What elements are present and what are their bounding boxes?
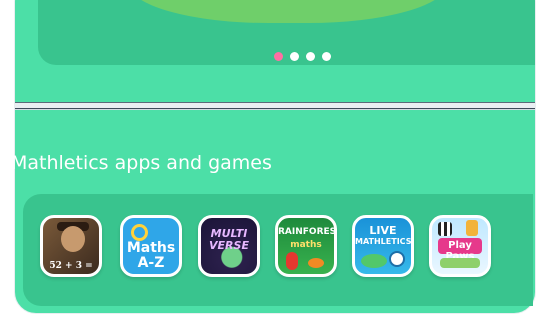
app-icon-text: MULTI VERSE xyxy=(209,227,249,252)
carousel-pagination xyxy=(274,52,331,61)
stopwatch-icon xyxy=(389,251,405,267)
magnifier-icon xyxy=(131,224,148,241)
giraffe-icon xyxy=(466,220,478,236)
island-icon xyxy=(361,254,387,268)
app-icon-text: 52 + 3 = xyxy=(49,261,93,271)
maths-a-z-app-tile[interactable]: Maths A-Z xyxy=(120,215,182,277)
app-icon-text: Maths xyxy=(126,240,176,256)
rainforest-maths-app-tile[interactable]: RAINFOREST maths xyxy=(275,215,337,277)
app-icon-text: LIVE xyxy=(369,224,397,237)
multiverse-app-tile[interactable]: MULTI VERSE xyxy=(198,215,260,277)
live-mathletics-app-tile[interactable]: LIVE MATHLETICS xyxy=(352,215,414,277)
play-paws-app-tile[interactable]: Play Paws xyxy=(429,215,491,277)
maths-history-app-tile[interactable]: 52 + 3 = xyxy=(40,215,102,277)
zebra-icon xyxy=(438,222,452,236)
app-icon-text: A-Z xyxy=(137,255,165,271)
carousel-dot-1[interactable] xyxy=(274,52,283,61)
grass-base xyxy=(440,258,480,268)
character-portrait-icon xyxy=(61,226,85,252)
carousel-dot-2[interactable] xyxy=(290,52,299,61)
app-icon-text: maths xyxy=(290,240,322,250)
section-divider xyxy=(15,102,535,110)
banner-illustration xyxy=(128,0,448,23)
app-icon-text: MATHLETICS xyxy=(355,237,412,246)
app-icon-text: RAINFOREST xyxy=(278,227,337,237)
carousel-dot-4[interactable] xyxy=(322,52,331,61)
carousel-dot-3[interactable] xyxy=(306,52,315,61)
butterfly-icon xyxy=(308,258,324,268)
section-title: Mathletics apps and games xyxy=(11,152,272,174)
parrot-icon xyxy=(286,252,298,270)
